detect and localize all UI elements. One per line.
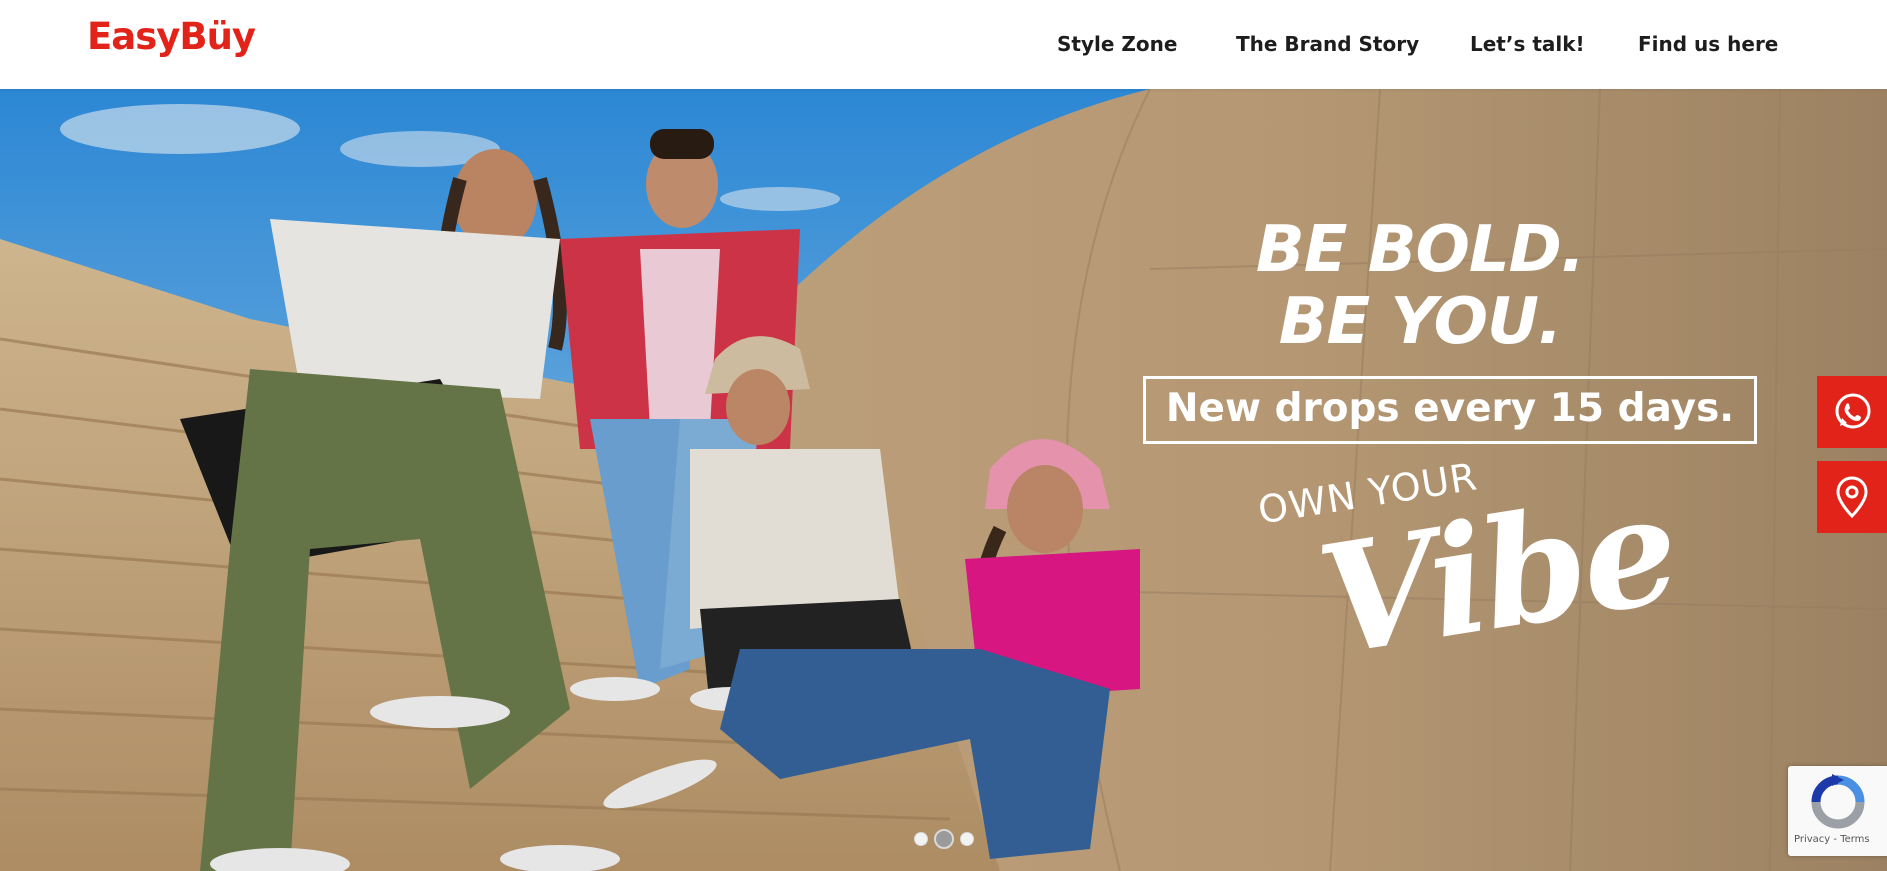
hero-banner[interactable]: BE BOLD. BE YOU. New drops every 15 days…: [0, 89, 1887, 871]
recaptcha-icon: [1811, 774, 1865, 829]
site-header: EasyBüy Style Zone The Brand Story Let’s…: [0, 0, 1887, 89]
recaptcha-privacy-link[interactable]: Privacy: [1794, 834, 1830, 845]
nav-item-find-us[interactable]: Find us here: [1638, 32, 1778, 56]
hero-headline-line1: BE BOLD.: [1255, 213, 1585, 287]
nav-item-lets-talk[interactable]: Let’s talk!: [1470, 32, 1585, 56]
carousel-dots: [914, 829, 974, 849]
recaptcha-links: Privacy - Terms: [1794, 834, 1870, 845]
location-pin-icon: [1836, 476, 1868, 519]
whatsapp-button[interactable]: [1817, 376, 1887, 448]
recaptcha-terms-link[interactable]: Terms: [1840, 834, 1869, 845]
hero-tagline-box: New drops every 15 days.: [1143, 376, 1757, 444]
nav-item-style-zone[interactable]: Style Zone: [1057, 32, 1177, 56]
hero-headline: BE BOLD. BE YOU.: [1240, 214, 1600, 358]
hero-headline-line2: BE YOU.: [1278, 285, 1563, 359]
main-nav: Style Zone The Brand Story Let’s talk! F…: [0, 0, 1887, 89]
nav-item-brand-story[interactable]: The Brand Story: [1236, 32, 1419, 56]
recaptcha-separator: -: [1830, 834, 1841, 845]
carousel-dot-1[interactable]: [914, 832, 928, 846]
carousel-dot-2[interactable]: [934, 829, 954, 849]
location-button[interactable]: [1817, 461, 1887, 533]
whatsapp-icon: [1835, 393, 1871, 429]
carousel-dot-3[interactable]: [960, 832, 974, 846]
recaptcha-badge[interactable]: Privacy - Terms: [1788, 766, 1887, 856]
